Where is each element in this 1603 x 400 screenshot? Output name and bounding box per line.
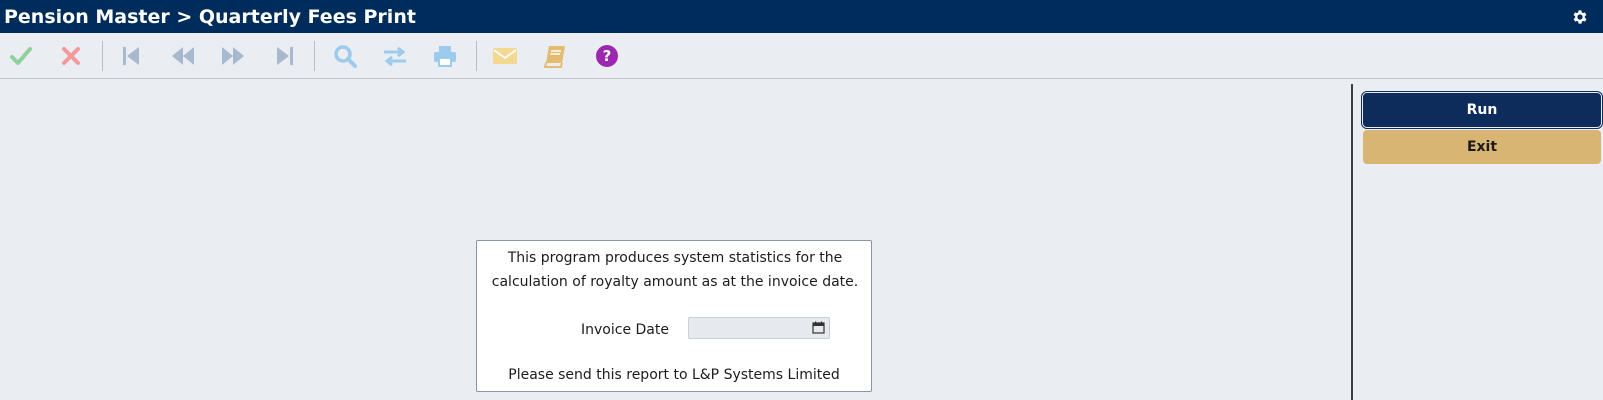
- report-form: This program produces system statistics …: [476, 240, 872, 392]
- first-record-icon[interactable]: [116, 41, 146, 71]
- toolbar: ?: [0, 33, 1603, 79]
- swap-icon[interactable]: [380, 41, 410, 71]
- previous-record-icon[interactable]: [168, 41, 198, 71]
- run-button[interactable]: Run: [1361, 91, 1603, 129]
- invoice-date-field[interactable]: [688, 317, 830, 339]
- exit-button[interactable]: Exit: [1363, 130, 1601, 164]
- gear-icon[interactable]: [1571, 8, 1589, 26]
- toolbar-separator: [102, 41, 103, 71]
- book-icon[interactable]: [540, 41, 570, 71]
- actions-panel: Run Exit: [1351, 84, 1603, 400]
- report-description: This program produces system statistics …: [491, 250, 859, 290]
- last-record-icon[interactable]: [270, 41, 300, 71]
- close-icon[interactable]: [56, 41, 86, 71]
- svg-text:?: ?: [603, 47, 612, 65]
- search-icon[interactable]: [330, 41, 360, 71]
- calendar-icon[interactable]: [812, 321, 825, 334]
- check-icon[interactable]: [6, 41, 36, 71]
- toolbar-separator: [476, 41, 477, 71]
- mail-icon[interactable]: [490, 41, 520, 71]
- print-icon[interactable]: [430, 41, 460, 71]
- toolbar-separator: [314, 41, 315, 71]
- next-record-icon[interactable]: [218, 41, 248, 71]
- invoice-date-label: Invoice Date: [581, 322, 669, 338]
- title-bar: Pension Master > Quarterly Fees Print: [0, 0, 1603, 33]
- report-note: Please send this report to L&P Systems L…: [508, 367, 840, 383]
- help-icon[interactable]: ?: [592, 41, 622, 71]
- page-title: Pension Master > Quarterly Fees Print: [4, 6, 416, 28]
